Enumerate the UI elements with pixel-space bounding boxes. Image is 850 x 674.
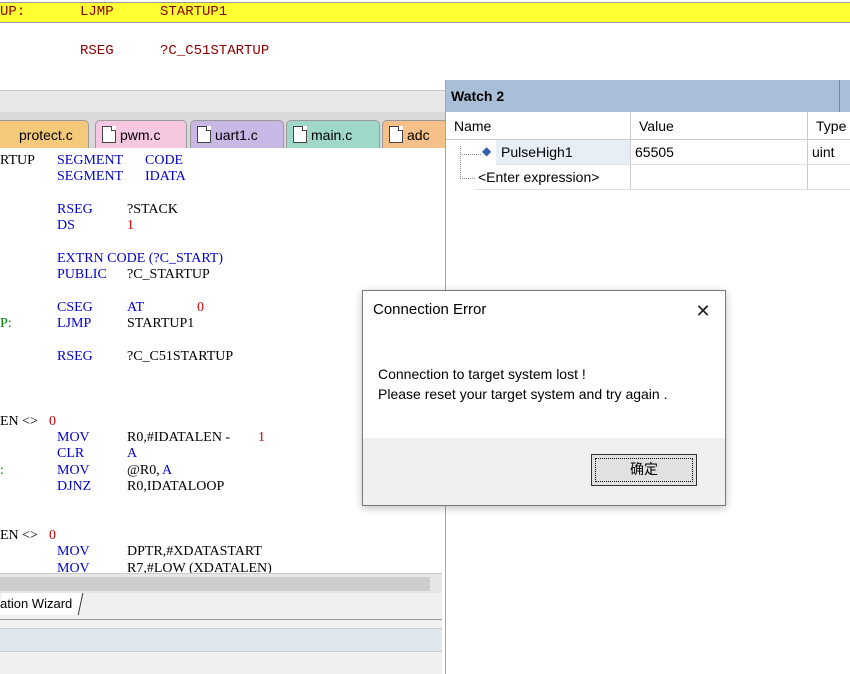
code-token: PUBLIC (57, 267, 107, 283)
column-header-value[interactable]: Value (631, 112, 808, 140)
disasm-label: UP: (0, 4, 26, 20)
code-token: A (162, 462, 173, 478)
code-token: SEGMENT (57, 169, 124, 185)
code-token: MOV (57, 560, 90, 574)
watch-enter-expression[interactable]: <Enter expression> (474, 165, 631, 190)
focus-rect (595, 458, 693, 482)
code-token: STARTUP1 (127, 316, 195, 331)
code-token: 0 (49, 527, 56, 543)
tab-label: protect.c (19, 126, 73, 143)
code-token: @R0, (127, 462, 160, 478)
watch-var-name: PulseHigh1 (501, 144, 573, 160)
dialog-message: Connection to target system lost ! (378, 366, 586, 382)
code-token: MOV (57, 544, 90, 560)
tab-protect-c[interactable]: protect.c (0, 120, 89, 148)
column-header-name[interactable]: Name (446, 112, 631, 140)
code-token: 0 (197, 299, 204, 315)
code-token: IDATA (145, 169, 186, 185)
watch-row-type: uint (808, 140, 850, 165)
file-icon (389, 126, 403, 143)
pane-separator[interactable] (0, 90, 445, 114)
scrollbar-thumb[interactable] (0, 577, 430, 591)
watch-row-type (808, 165, 850, 190)
bottom-pane-header (0, 628, 442, 652)
tab-uart1-c[interactable]: uart1.c (190, 120, 284, 148)
code-token: ?C_C51STARTUP (127, 348, 234, 364)
tree-connector (460, 154, 475, 179)
code-token: R7,#LOW (XDATALEN) (127, 560, 272, 574)
watch-title: Watch 2 (446, 80, 850, 112)
code-token: DJNZ (57, 479, 92, 494)
tab-pwm-c[interactable]: pwm.c (95, 120, 187, 148)
disasm-operand: STARTUP1 (160, 4, 228, 20)
code-token: SEGMENT (57, 153, 124, 168)
editor-tab-strip: protect.c pwm.c uart1.c main.c adc (0, 112, 452, 148)
tab-label: uart1.c (215, 126, 258, 143)
code-token: LJMP (57, 316, 92, 331)
code-token: MOV (57, 462, 90, 478)
code-token: 1 (258, 430, 265, 446)
code-token: CLR (57, 446, 85, 462)
disasm-mnemonic: LJMP (80, 4, 114, 20)
code-token: ?STACK (127, 201, 178, 217)
code-token: 1 (127, 218, 134, 234)
dialog-message: Please reset your target system and try … (378, 386, 668, 402)
code-token: A (127, 446, 138, 462)
tab-label: adc (407, 126, 430, 143)
code-token: EN <> (0, 413, 38, 429)
code-token: AT (127, 299, 145, 315)
code-token: EXTRN CODE (?C_START) (57, 250, 224, 266)
file-icon (293, 126, 307, 143)
horizontal-scrollbar[interactable] (0, 573, 442, 594)
disasm-operand: ?C_C51STARTUP (160, 43, 270, 59)
file-icon (197, 126, 211, 143)
code-token: 0 (49, 413, 56, 429)
tab-label: pwm.c (120, 126, 161, 143)
editor-bottom-tabs: ation Wizard (0, 593, 442, 620)
code-token: CODE (145, 153, 184, 168)
ok-button[interactable]: 确定 (591, 454, 697, 486)
watch-row-value[interactable] (631, 165, 808, 190)
title-divider (839, 80, 840, 112)
file-icon (102, 126, 116, 143)
disasm-mnemonic: RSEG (80, 43, 114, 59)
tab-adc[interactable]: adc (382, 120, 452, 148)
code-token: DPTR,#XDATASTART (127, 544, 262, 560)
dialog-title: Connection Error (373, 301, 487, 318)
code-token: R0,IDATALOOP (127, 479, 225, 494)
code-token: : (0, 462, 4, 478)
code-token: ?C_STARTUP (127, 267, 210, 283)
close-icon[interactable]: ✕ (693, 301, 713, 321)
tab-label: main.c (311, 126, 353, 143)
variable-icon: ◆ (482, 144, 492, 158)
disassembly-pane: UP: LJMP STARTUP1 RSEG ?C_C51STARTUP (0, 0, 850, 90)
code-token: R0,#IDATALEN - (127, 430, 231, 446)
connection-error-dialog: Connection Error ✕ Connection to target … (362, 290, 726, 506)
code-token: RTUP (0, 153, 35, 168)
tab-configuration-wizard[interactable]: ation Wizard (0, 593, 84, 615)
code-token: MOV (57, 430, 90, 446)
code-token: EN <> (0, 527, 38, 543)
current-line-highlight (0, 2, 850, 23)
watch-row-name[interactable]: PulseHigh1 (496, 140, 631, 165)
code-token: DS (57, 218, 75, 234)
watch-row-value[interactable]: 65505 (631, 140, 808, 165)
tab-main-c[interactable]: main.c (286, 120, 380, 148)
code-token: RSEG (57, 201, 93, 217)
tab-label: ation Wizard (0, 596, 73, 611)
bottom-pane (0, 620, 442, 674)
code-token: RSEG (57, 348, 93, 364)
code-token: CSEG (57, 299, 93, 315)
code-token: P: (0, 316, 12, 331)
column-header-type[interactable]: Type (808, 112, 850, 140)
dialog-footer: 确定 (363, 438, 725, 505)
